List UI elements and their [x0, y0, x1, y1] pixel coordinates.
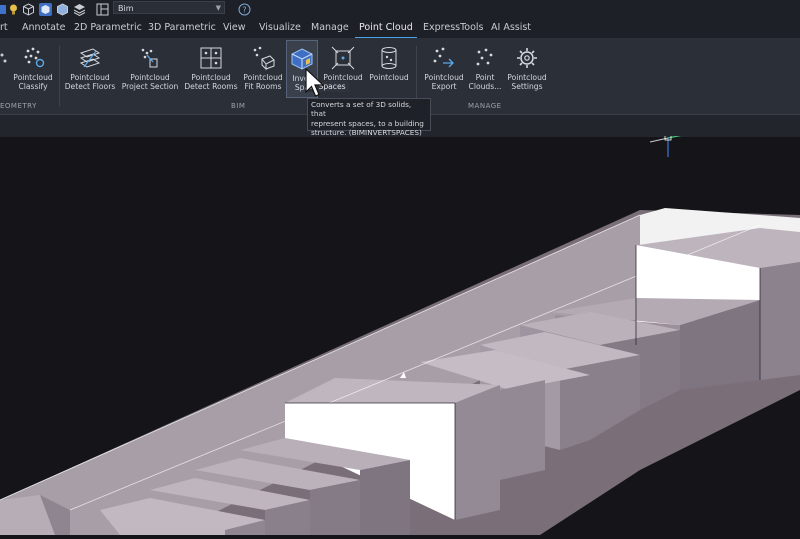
- ribbon-button-label: Pointcloud Project Section: [121, 73, 179, 91]
- tab-expresstools[interactable]: ExpressTools: [423, 19, 484, 36]
- cube-solid-icon[interactable]: [39, 1, 52, 16]
- point-clouds-icon: [476, 48, 493, 66]
- layout-icon[interactable]: [96, 1, 109, 16]
- mouse-cursor-icon: [305, 67, 325, 102]
- detect-floors-icon: [79, 48, 101, 68]
- detect-rooms-icon: [200, 47, 222, 69]
- group-divider: [59, 46, 60, 106]
- tab-ai-assist[interactable]: AI Assist: [491, 19, 531, 36]
- cylinder-icon: [381, 47, 397, 69]
- group-divider: [416, 46, 417, 106]
- export-icon: [433, 47, 454, 68]
- tooltip-line: represent spaces, to a building: [311, 118, 424, 128]
- tab-insert[interactable]: rt: [0, 19, 8, 36]
- ribbon-button-label: Pointcloud Detect Floors: [64, 73, 116, 91]
- ribbon-button-label: Pointcloud Export: [424, 73, 464, 91]
- pointcloud-detect-rooms-button[interactable]: Pointcloud Detect Rooms: [183, 40, 239, 98]
- tab-view[interactable]: View: [223, 19, 246, 36]
- pointcloud-classify-icon: [24, 47, 45, 68]
- stack-icon[interactable]: [73, 1, 86, 17]
- group-label-geometry: EOMETRY: [0, 102, 37, 110]
- ribbon-button-label: Pointcloud Fit Rooms: [243, 73, 283, 91]
- workspace-select[interactable]: Bim ▼: [113, 1, 225, 14]
- pointcloud-classify-button[interactable]: Pointcloud Classify: [10, 40, 56, 98]
- help-icon[interactable]: ?: [238, 1, 251, 16]
- pointcloud-button-8[interactable]: Pointcloud: [367, 40, 411, 98]
- lightbulb-icon[interactable]: [7, 1, 20, 15]
- group-label-manage: MANAGE: [468, 102, 502, 110]
- tab-annotate[interactable]: Annotate: [22, 19, 65, 36]
- tab-point-cloud[interactable]: Point Cloud: [355, 19, 417, 39]
- ribbon-button-label: Pointcloud Classify: [13, 73, 53, 91]
- chevron-down-icon: ▼: [215, 4, 221, 12]
- pointcloud-project-section-button[interactable]: Pointcloud Project Section: [119, 40, 181, 98]
- ribbon-button-label: Point Clouds...: [468, 73, 502, 91]
- pointcloud-detect-floors-button[interactable]: Pointcloud Detect Floors: [63, 40, 117, 98]
- ribbon-button-label: Pointcloud Settings: [507, 73, 547, 91]
- group-label-bim: BIM: [231, 102, 246, 110]
- ribbon-button-partial[interactable]: [0, 40, 8, 98]
- ribbon-button-label: Pointcloud Detect Rooms: [184, 73, 238, 91]
- ribbon-button-label: Pointcloud: [369, 73, 409, 82]
- tooltip-line: Converts a set of 3D solids, that: [311, 100, 412, 119]
- point-clouds-button[interactable]: Point Clouds...: [467, 40, 503, 98]
- ribbon-tabs: rt Annotate 2D Parametric 3D Parametric …: [0, 16, 800, 39]
- pointcloud-export-button[interactable]: Pointcloud Export: [421, 40, 467, 98]
- gear-icon: [517, 48, 537, 68]
- cube-icon[interactable]: [22, 1, 35, 16]
- svg-text:?: ?: [242, 6, 246, 15]
- tab-3d-parametric[interactable]: 3D Parametric: [148, 19, 216, 36]
- pointcloud-settings-button[interactable]: Pointcloud Settings: [504, 40, 550, 98]
- cube-wire-icon[interactable]: [56, 1, 69, 16]
- fit-rooms-icon: [253, 46, 275, 71]
- command-tooltip: Converts a set of 3D solids, that repres…: [307, 98, 431, 137]
- tab-manage[interactable]: Manage: [311, 19, 349, 36]
- tab-visualize[interactable]: Visualize: [259, 19, 301, 36]
- workspace-value: Bim: [118, 4, 134, 13]
- building-model-drawing: [0, 133, 800, 535]
- model-viewport[interactable]: [0, 133, 800, 535]
- pointcloud-fit-rooms-button[interactable]: Pointcloud Fit Rooms: [241, 40, 285, 98]
- tooltip-line: structure. (BIMINVERTSPACES): [311, 127, 422, 137]
- quick-access-toolbar: Bim ▼ ?: [0, 0, 800, 17]
- tab-2d-parametric[interactable]: 2D Parametric: [74, 19, 142, 36]
- project-section-icon: [141, 48, 158, 68]
- section-box-icon: [331, 46, 355, 70]
